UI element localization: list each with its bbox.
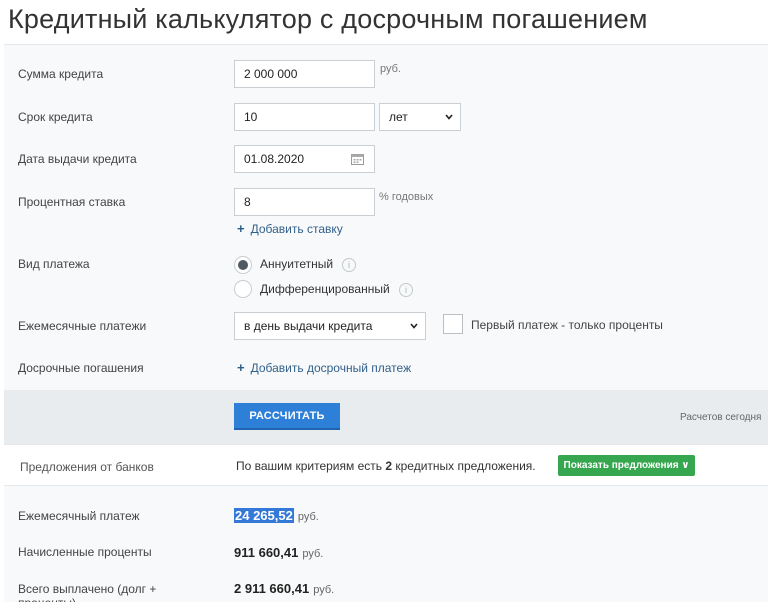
add-rate-link[interactable]: + Добавить ставку	[237, 221, 343, 236]
result-unit: руб.	[313, 584, 335, 596]
total-paid-value: 2 911 660,41 руб.	[234, 581, 334, 596]
plus-icon: +	[237, 221, 245, 236]
amount-unit: руб.	[380, 63, 401, 75]
show-offers-button[interactable]: Показать предложения ∨	[558, 455, 695, 476]
radio-annuity-label[interactable]: Аннуитетный	[260, 257, 333, 271]
monthly-payments-label: Ежемесячные платежи	[18, 319, 147, 333]
add-early-payment-label: Добавить досрочный платеж	[250, 361, 412, 375]
info-icon[interactable]: i	[342, 258, 356, 272]
result-label: Ежемесячный платеж	[18, 509, 140, 523]
monthly-payments-value: в день выдачи кредита	[244, 319, 373, 333]
issue-date-value: 01.08.2020	[244, 152, 305, 166]
result-number: 911 660,41	[234, 545, 299, 560]
result-unit: руб.	[302, 548, 324, 560]
interest-value: 911 660,41 руб.	[234, 545, 323, 560]
add-rate-label: Добавить ставку	[250, 222, 343, 236]
offers-text: По вашим критериям есть 2 кредитных пред…	[236, 459, 536, 473]
offers-text-suffix: кредитных предложения.	[392, 459, 536, 473]
add-early-payment-link[interactable]: + Добавить досрочный платеж	[237, 360, 411, 375]
chevron-down-icon	[410, 323, 418, 329]
page-title: Кредитный калькулятор с досрочным погаше…	[8, 4, 648, 34]
calendar-icon[interactable]	[351, 153, 364, 165]
result-label: Начисленные проценты	[18, 545, 152, 559]
payment-type-label: Вид платежа	[18, 257, 90, 271]
calculations-today: Расчетов сегодня	[680, 412, 762, 423]
term-label: Срок кредита	[18, 110, 93, 124]
amount-input[interactable]: 2 000 000	[234, 60, 375, 88]
result-number: 2 911 660,41	[234, 581, 310, 596]
offers-text-prefix: По вашим критериям есть	[236, 459, 386, 473]
radio-annuity[interactable]	[234, 256, 252, 274]
chevron-down-icon	[445, 114, 453, 120]
term-unit-value: лет	[389, 110, 408, 124]
issue-date-input[interactable]: 01.08.2020	[234, 145, 375, 173]
term-input[interactable]: 10	[234, 103, 375, 131]
offers-label: Предложения от банков	[20, 460, 154, 474]
result-number: 24 265,52	[234, 508, 294, 523]
term-unit-select[interactable]: лет	[379, 103, 461, 131]
radio-differentiated-label[interactable]: Дифференцированный	[260, 282, 390, 296]
rate-input[interactable]: 8	[234, 188, 375, 216]
rate-label: Процентная ставка	[18, 195, 126, 209]
calculate-bar	[4, 390, 768, 444]
monthly-payment-value: 24 265,52 руб.	[234, 508, 319, 523]
first-payment-interest-checkbox[interactable]	[443, 314, 463, 334]
info-icon[interactable]: i	[399, 283, 413, 297]
monthly-payments-select[interactable]: в день выдачи кредита	[234, 312, 426, 340]
calculate-button[interactable]: РАССЧИТАТЬ	[234, 403, 340, 430]
result-unit: руб.	[297, 511, 319, 523]
radio-differentiated[interactable]	[234, 280, 252, 298]
first-payment-interest-label[interactable]: Первый платеж - только проценты	[471, 318, 663, 332]
issue-date-label: Дата выдачи кредита	[18, 152, 137, 166]
result-label: Всего выплачено (долг + проценты)	[18, 582, 157, 602]
amount-label: Сумма кредита	[18, 67, 104, 81]
rate-unit: % годовых	[379, 191, 434, 203]
early-repayments-label: Досрочные погашения	[18, 361, 144, 375]
plus-icon: +	[237, 360, 245, 375]
